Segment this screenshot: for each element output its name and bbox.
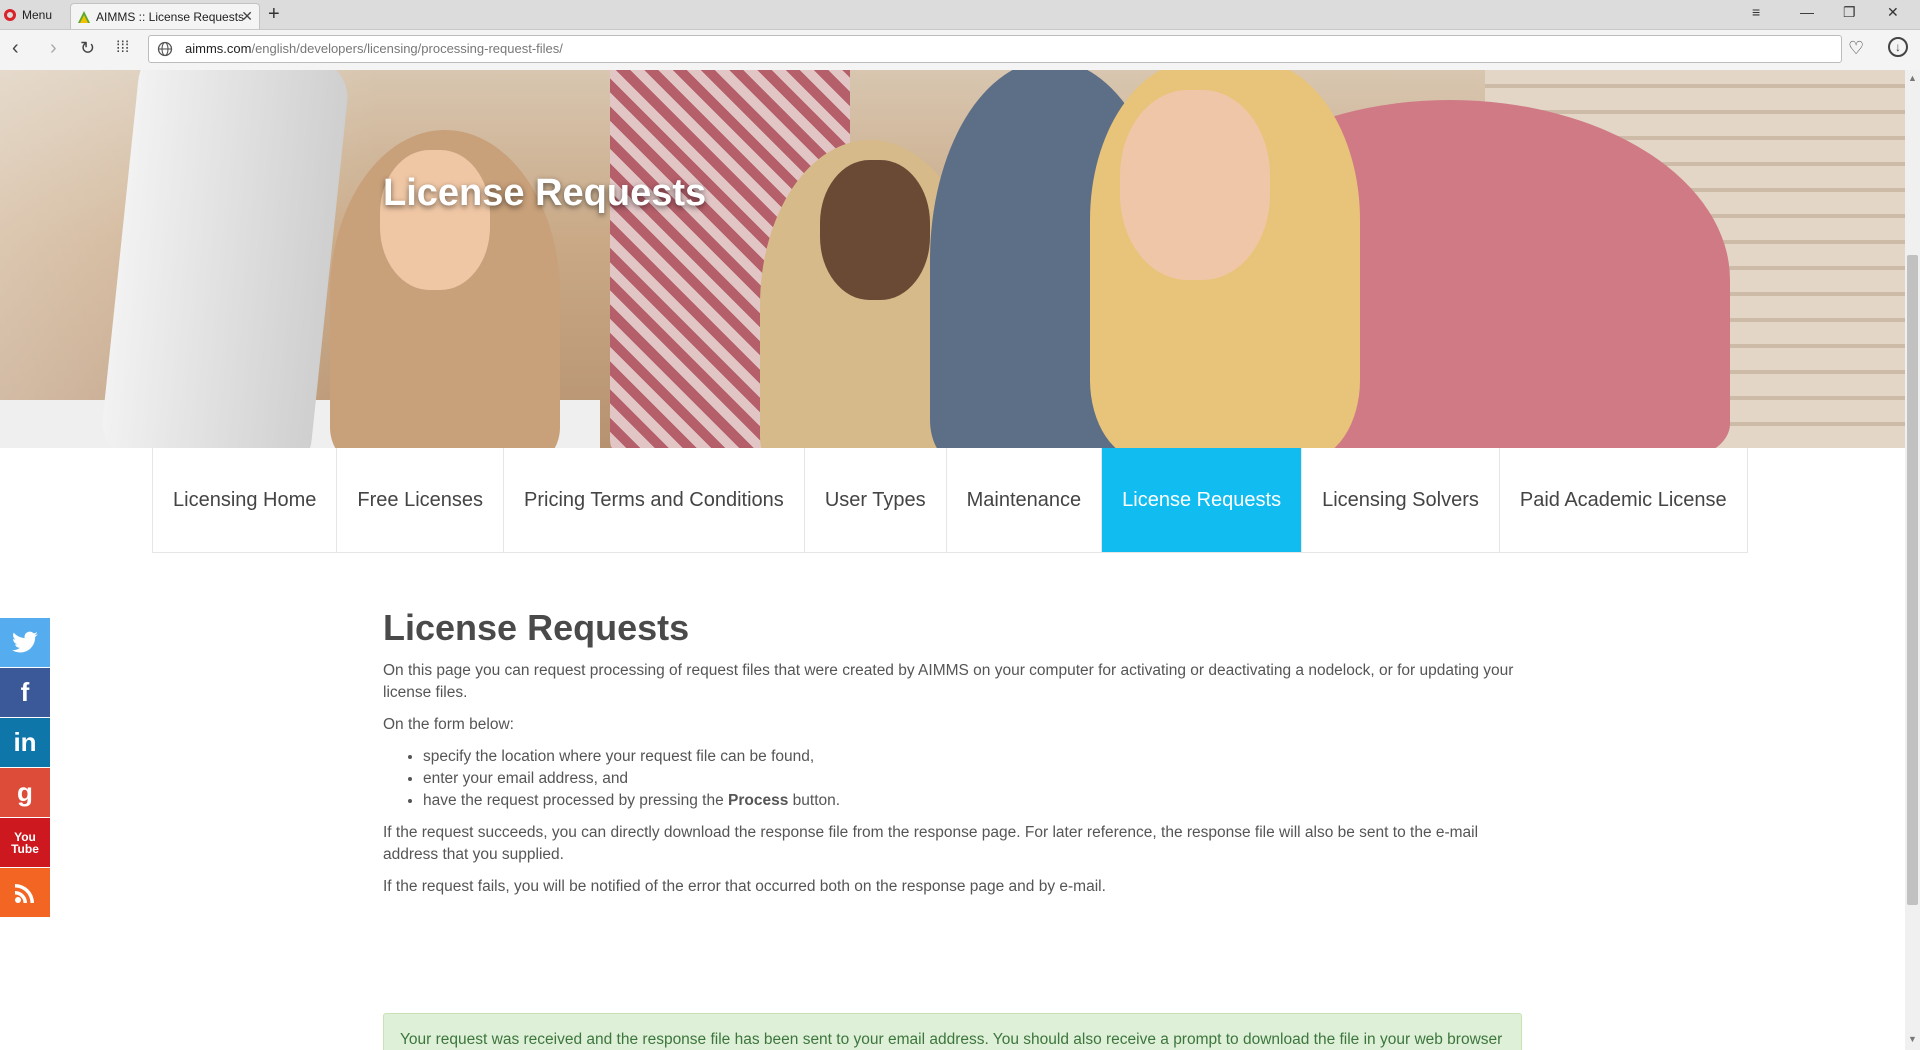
step3-suffix: button. xyxy=(788,792,841,809)
speed-dial-icon[interactable]: ⁞⁞⁞ xyxy=(116,38,129,58)
subnav-user-types[interactable]: User Types xyxy=(805,448,947,552)
forward-icon[interactable]: › xyxy=(50,38,57,58)
facebook-share-button[interactable]: f xyxy=(0,668,50,717)
subnav-licensing-home[interactable]: Licensing Home xyxy=(153,448,338,552)
hero-banner: License Requests xyxy=(0,70,1905,448)
browser-tab-bar: Menu AIMMS :: License Requests ✕ + ≡ — ❐… xyxy=(0,0,1920,30)
page-title: License Requests xyxy=(383,607,690,648)
list-item: have the request processed by pressing t… xyxy=(423,790,1523,812)
google-plus-icon: g xyxy=(17,777,33,807)
browser-menu-button[interactable]: Menu xyxy=(4,4,66,26)
rss-icon xyxy=(15,883,34,903)
back-icon[interactable]: ‹ xyxy=(12,38,19,58)
licensing-subnav: Licensing Home Free Licenses Pricing Ter… xyxy=(152,448,1748,553)
youtube-share-button[interactable]: You Tube xyxy=(0,818,50,867)
fail-paragraph: If the request fails, you will be notifi… xyxy=(383,878,1106,895)
form-intro: On the form below: xyxy=(383,716,514,733)
address-bar[interactable]: aimms.com/english/developers/licensing/p… xyxy=(148,35,1842,63)
hero-photo-face xyxy=(820,160,930,300)
process-keyword: Process xyxy=(728,792,789,809)
linkedin-share-button[interactable]: in xyxy=(0,718,50,767)
page-viewport: License Requests Licensing Home Free Lic… xyxy=(0,70,1905,1050)
url-path: /english/developers/licensing/processing… xyxy=(251,41,563,56)
page-scrollbar[interactable]: ▲ ▼ xyxy=(1905,70,1920,1050)
rss-share-button[interactable] xyxy=(0,868,50,917)
browser-tab-title: AIMMS :: License Requests xyxy=(96,9,245,24)
hero-photo-monitor xyxy=(98,70,352,448)
list-item: enter your email address, and xyxy=(423,768,1523,790)
opera-logo-icon xyxy=(4,9,16,21)
scroll-up-icon[interactable]: ▲ xyxy=(1908,73,1917,83)
google-plus-share-button[interactable]: g xyxy=(0,768,50,817)
subnav-licensing-solvers[interactable]: Licensing Solvers xyxy=(1302,448,1500,552)
intro-paragraph: On this page you can request processing … xyxy=(383,662,1514,701)
facebook-icon: f xyxy=(20,677,30,707)
tab-close-icon[interactable]: ✕ xyxy=(241,8,253,25)
new-tab-icon[interactable]: + xyxy=(268,3,280,26)
download-icon[interactable]: ↓ xyxy=(1888,37,1908,57)
subnav-pricing-terms[interactable]: Pricing Terms and Conditions xyxy=(504,448,805,552)
scrollbar-thumb[interactable] xyxy=(1907,255,1918,905)
success-paragraph: If the request succeeds, you can directl… xyxy=(383,824,1479,863)
linkedin-icon: in xyxy=(13,727,37,757)
subnav-license-requests[interactable]: License Requests xyxy=(1102,448,1303,552)
reload-icon[interactable]: ↻ xyxy=(80,38,95,58)
success-alert: Your request was received and the respon… xyxy=(383,1013,1522,1050)
browser-address-row: ‹ › ↻ ⁞⁞⁞ aimms.com/english/developers/l… xyxy=(0,30,1920,71)
hero-photo-face xyxy=(1120,90,1270,280)
success-alert-message: Your request was received and the respon… xyxy=(400,1031,1503,1048)
subnav-paid-academic-license[interactable]: Paid Academic License xyxy=(1500,448,1747,552)
globe-icon xyxy=(157,41,173,57)
step3-prefix: have the request processed by pressing t… xyxy=(423,792,729,809)
aimms-favicon-icon xyxy=(78,10,90,23)
main-content: License Requests On this page you can re… xyxy=(383,608,1523,908)
hero-title: License Requests xyxy=(383,172,707,214)
social-share-bar: f in g You Tube xyxy=(0,618,50,918)
hero-photo-face xyxy=(380,150,490,290)
list-item: specify the location where your request … xyxy=(423,746,1523,768)
browser-menu-label: Menu xyxy=(22,8,53,22)
browser-tab-active[interactable]: AIMMS :: License Requests ✕ xyxy=(70,3,260,29)
steps-list: specify the location where your request … xyxy=(383,746,1523,812)
url-domain: aimms.com xyxy=(185,41,252,56)
twitter-share-button[interactable] xyxy=(0,618,50,667)
tab-menu-icon[interactable]: ≡ xyxy=(1752,4,1760,20)
twitter-icon xyxy=(12,631,38,652)
subnav-maintenance[interactable]: Maintenance xyxy=(947,448,1103,552)
window-close-icon[interactable]: ✕ xyxy=(1887,4,1899,21)
restore-icon[interactable]: ❐ xyxy=(1843,4,1856,21)
youtube-icon: You Tube xyxy=(11,829,39,856)
subnav-free-licenses[interactable]: Free Licenses xyxy=(337,448,505,552)
bookmark-heart-icon[interactable]: ♡ xyxy=(1848,38,1864,59)
minimize-icon[interactable]: — xyxy=(1800,4,1814,20)
scroll-down-icon[interactable]: ▼ xyxy=(1908,1034,1917,1044)
